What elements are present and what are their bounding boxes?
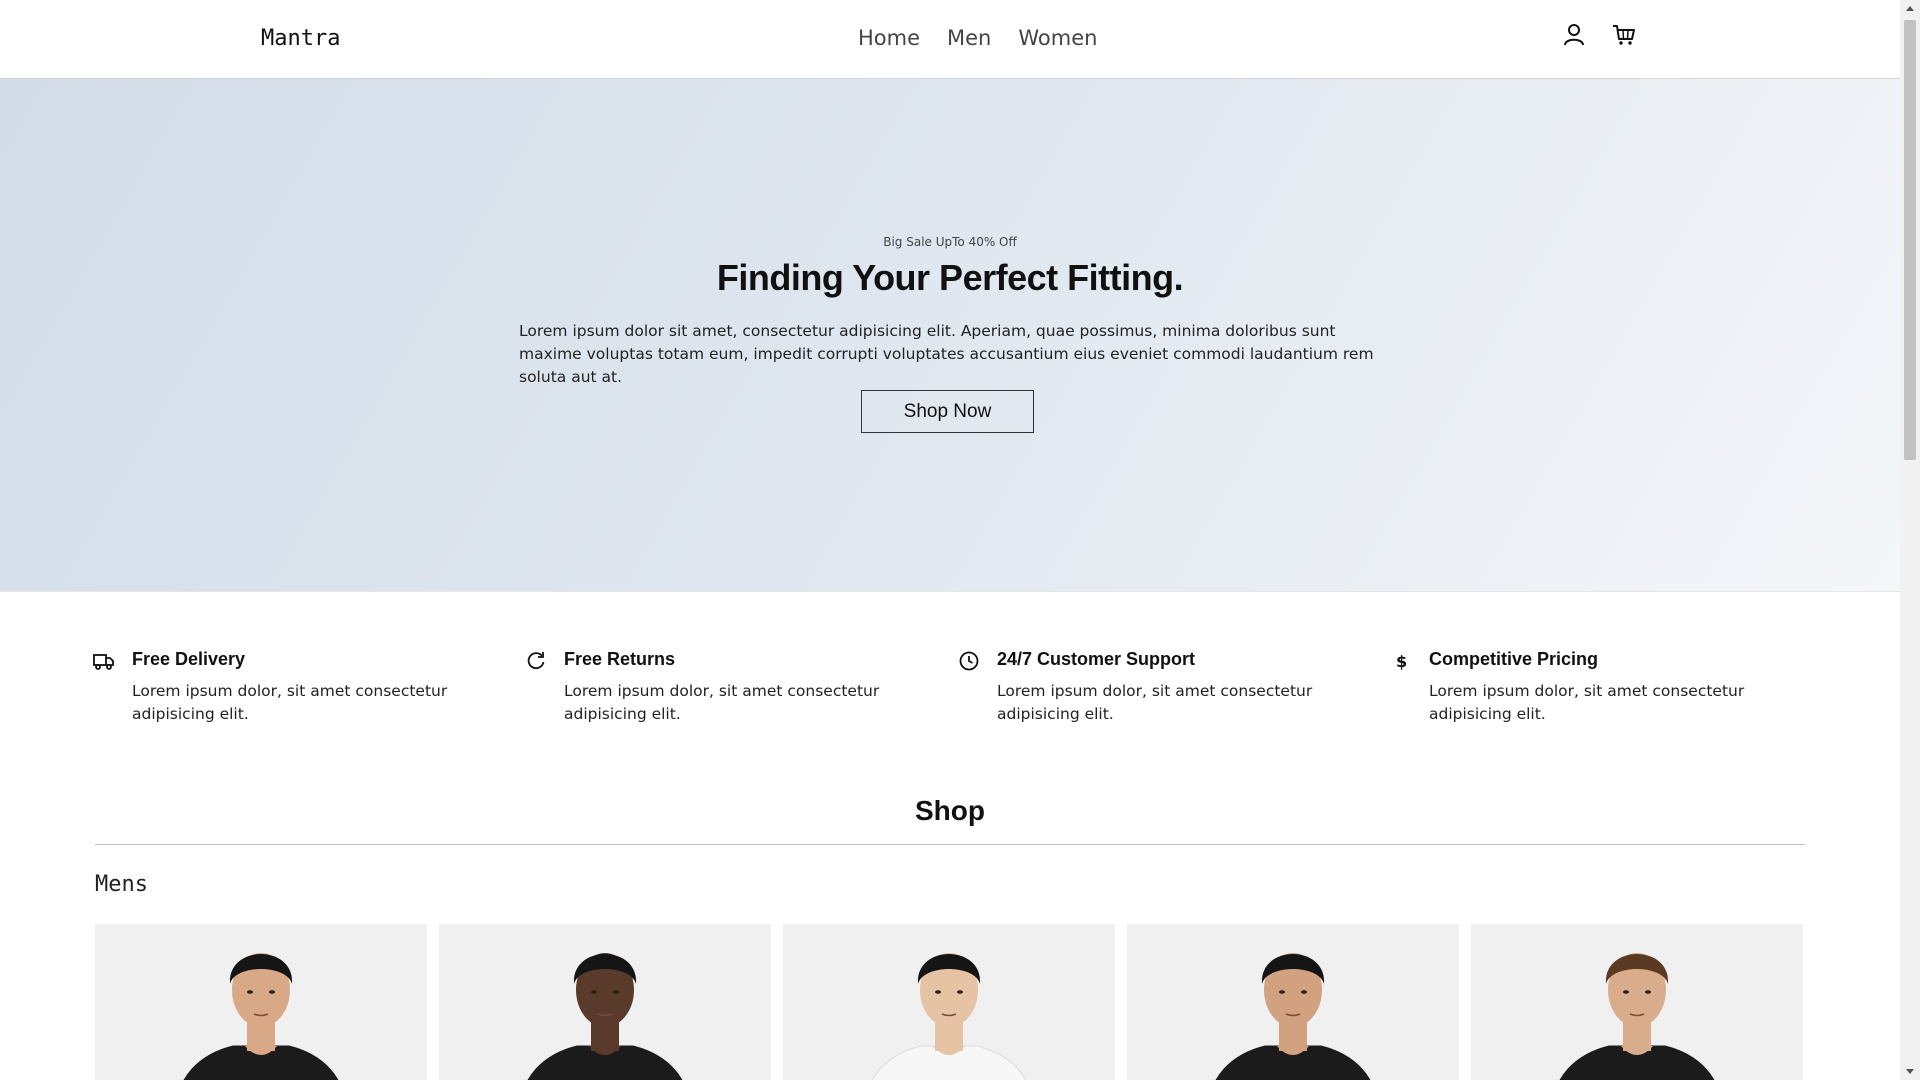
- hero-banner: Big Sale UpTo 40% Off Finding Your Perfe…: [0, 79, 1900, 592]
- shop-now-button[interactable]: Shop Now: [861, 390, 1034, 433]
- nav-women[interactable]: Women: [1018, 26, 1097, 50]
- user-icon[interactable]: [1561, 22, 1587, 48]
- product-image: [871, 953, 1027, 1080]
- features-row: Free Delivery Lorem ipsum dolor, sit ame…: [0, 640, 1900, 730]
- nav-men[interactable]: Men: [947, 26, 991, 50]
- section-label-mens: Mens: [95, 872, 148, 897]
- hero-subtitle: Big Sale UpTo 40% Off: [883, 235, 1017, 249]
- hero-description: Lorem ipsum dolor sit amet, consectetur …: [519, 322, 1374, 386]
- product-card[interactable]: [783, 924, 1115, 1080]
- feature-title: Free Delivery: [132, 649, 246, 669]
- main-nav: Home Men Women: [858, 26, 1097, 50]
- feature-title: Free Returns: [564, 649, 676, 669]
- nav-home[interactable]: Home: [858, 26, 920, 50]
- product-card[interactable]: [439, 924, 771, 1080]
- feature-text: Lorem ipsum dolor, sit amet consectetur …: [997, 682, 1313, 723]
- feature-text: Lorem ipsum dolor, sit amet consectetur …: [1429, 682, 1745, 723]
- truck-icon: [93, 650, 115, 672]
- product-card[interactable]: [95, 924, 427, 1080]
- product-image: [183, 953, 339, 1080]
- dollar-icon: $: [1390, 650, 1412, 672]
- feature-title: 24/7 Customer Support: [997, 649, 1196, 669]
- product-image: [527, 953, 683, 1080]
- product-image: [1215, 953, 1371, 1080]
- product-card[interactable]: [1471, 924, 1803, 1080]
- hero-title: Finding Your Perfect Fitting.: [716, 257, 1184, 298]
- cart-icon[interactable]: [1611, 22, 1637, 48]
- clock-icon: [958, 650, 980, 672]
- shop-heading: Shop: [915, 795, 985, 826]
- scroll-down-arrow-icon[interactable]: [1900, 1063, 1920, 1080]
- vertical-scrollbar[interactable]: [1900, 0, 1920, 1080]
- feature-title: Competitive Pricing: [1429, 649, 1599, 669]
- product-card[interactable]: [1127, 924, 1459, 1080]
- shop-divider: [95, 844, 1805, 845]
- scrollbar-thumb[interactable]: [1904, 20, 1916, 460]
- header-icons: [1561, 22, 1637, 48]
- feature-text: Lorem ipsum dolor, sit amet consectetur …: [564, 682, 880, 723]
- refresh-icon: [525, 650, 547, 672]
- feature-text: Lorem ipsum dolor, sit amet consectetur …: [132, 682, 448, 723]
- product-grid: [95, 924, 1803, 1080]
- product-image: [1559, 953, 1715, 1080]
- svg-text:$: $: [1396, 652, 1407, 671]
- site-header: Mantra Home Men Women: [0, 0, 1900, 79]
- page: Mantra Home Men Women Big Sale UpTo 40% …: [0, 0, 1900, 1080]
- brand-logo[interactable]: Mantra: [261, 26, 340, 51]
- scroll-up-arrow-icon[interactable]: [1900, 0, 1920, 17]
